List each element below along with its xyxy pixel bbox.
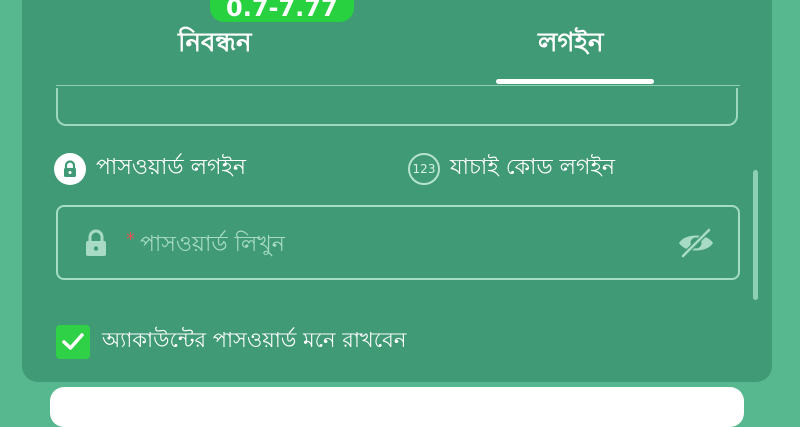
- code-login-option[interactable]: 123 যাচাই কোড লগইন: [408, 150, 615, 187]
- version-badge: 0.7-7.77: [210, 0, 354, 22]
- scrollbar[interactable]: [753, 170, 758, 300]
- lock-icon: [84, 229, 108, 261]
- tab-login[interactable]: লগইন: [538, 22, 603, 66]
- tab-login-label: লগইন: [538, 28, 604, 58]
- active-tab-indicator: [496, 79, 654, 84]
- auth-tabs: নিবন্ধন 0.7-7.77 লগইন: [0, 0, 800, 86]
- checkmark-icon: [56, 324, 90, 359]
- code-login-label: যাচাই কোড লগইন: [450, 155, 616, 180]
- tab-register-label: নিবন্ধন: [178, 28, 252, 58]
- password-login-option[interactable]: পাসওয়ার্ড লগইন: [54, 150, 246, 187]
- password-login-label: পাসওয়ার্ড লগইন: [96, 155, 246, 180]
- password-field[interactable]: *: [56, 205, 740, 280]
- lock-icon: [54, 152, 86, 185]
- remember-password-checkbox[interactable]: অ্যাকাউন্টের পাসওয়ার্ড মনে রাখবেন: [56, 324, 406, 359]
- password-input[interactable]: [138, 223, 662, 265]
- bottom-panel: [50, 387, 744, 427]
- remember-password-label: অ্যাকাউন্টের পাসওয়ার্ড মনে রাখবেন: [102, 328, 407, 352]
- eye-off-icon[interactable]: [676, 227, 716, 263]
- required-marker: *: [126, 229, 135, 250]
- numeric-code-icon: 123: [408, 152, 440, 185]
- previous-input-field[interactable]: [56, 88, 738, 126]
- tab-register[interactable]: নিবন্ধন: [178, 22, 252, 66]
- tabs-divider: [56, 85, 740, 86]
